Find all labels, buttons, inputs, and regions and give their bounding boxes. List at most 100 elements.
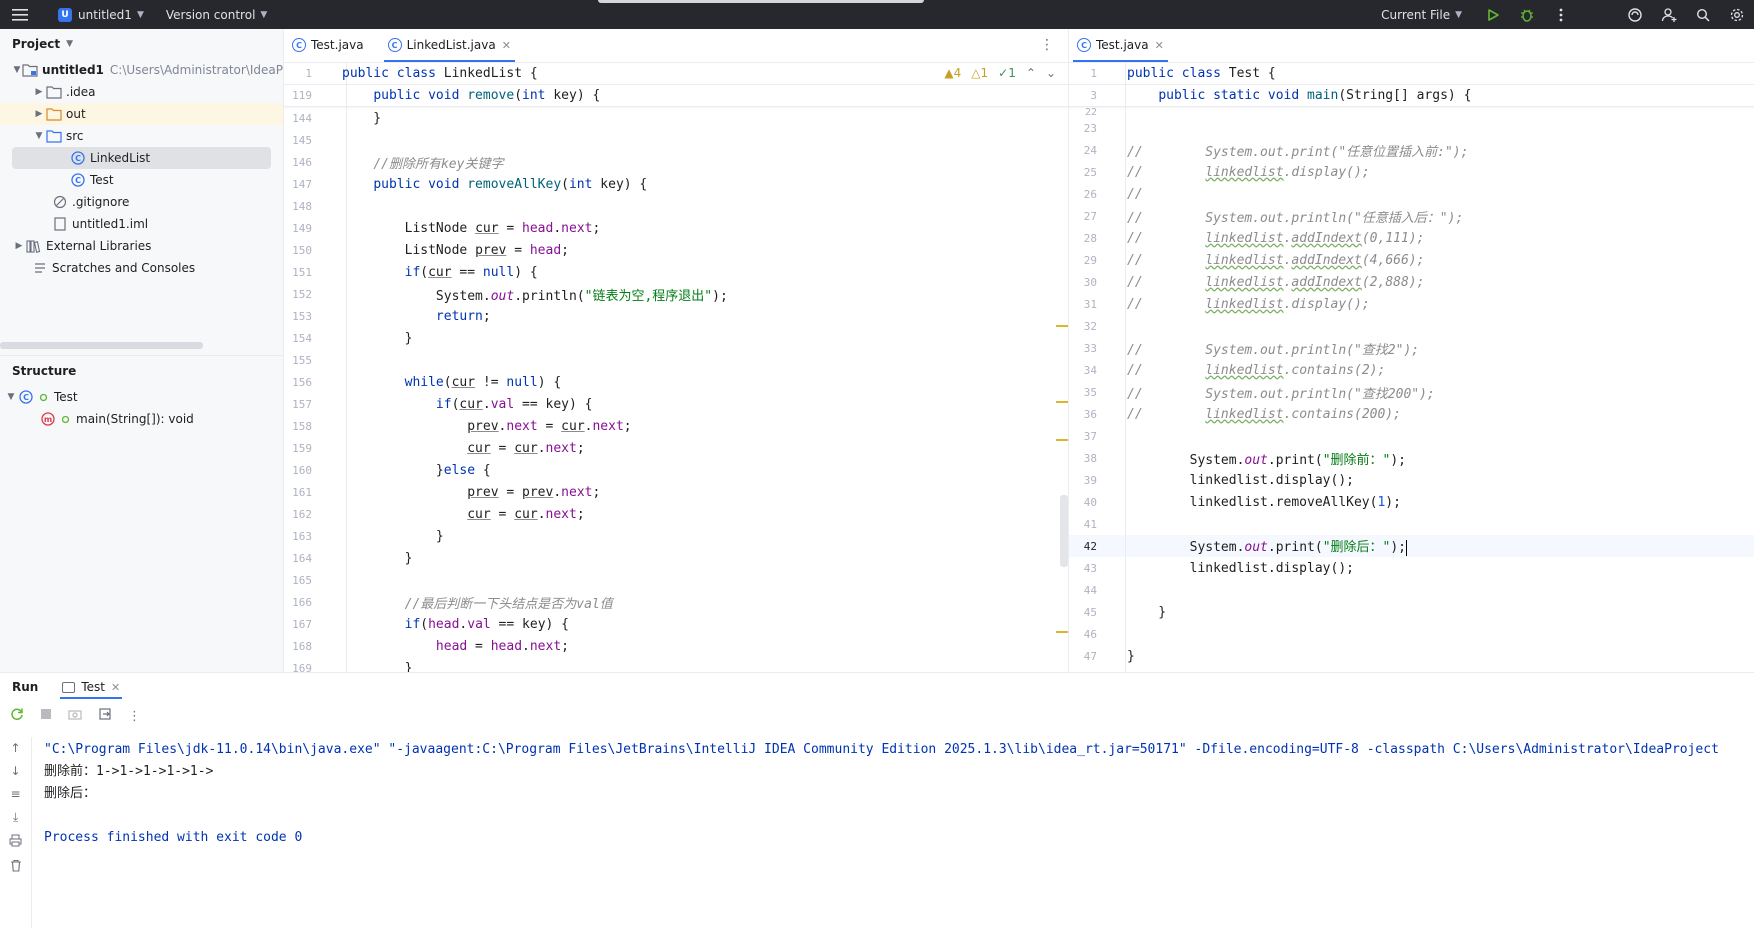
search-icon[interactable] [1686,0,1720,29]
exit-icon[interactable] [98,707,112,725]
run-tab-test[interactable]: Test ✕ [56,673,126,701]
code-line: 33// System.out.println("查找2"); [1083,341,1420,358]
ai-assistant-icon[interactable] [1618,0,1652,29]
project-name: untitled1 [78,7,132,22]
module-file-icon [52,216,68,232]
code-line: 161 prev = prev.next; [292,484,601,500]
tree-item-out[interactable]: ▶ out [0,103,283,125]
code-line: 23 [1083,121,1097,135]
chevron-down-icon[interactable]: ▼ [4,392,18,402]
chevron-down-icon[interactable]: ▼ [12,65,22,75]
tree-item-test[interactable]: C Test [0,169,283,191]
code-area[interactable]: 1 public class Test { 3 public static voi… [1069,63,1754,672]
code-line: 36// linkedlist.contains(200); [1083,406,1401,422]
sticky-line: 3 public static void main(String[] args)… [1069,85,1754,107]
trash-icon[interactable] [10,859,22,875]
tab-linkedlist-java[interactable]: C LinkedList.java ✕ [380,29,519,62]
editor-test[interactable]: C Test.java ✕ 1 public class Test { 3 pub… [1069,29,1754,672]
tree-item-gitignore[interactable]: .gitignore [0,191,283,213]
search-everywhere-box[interactable] [598,0,924,3]
scroll-end-icon[interactable]: ⤓ [13,810,18,825]
chevron-down-icon: ▼ [260,9,268,20]
hamburger-menu-icon[interactable] [0,0,40,29]
chevron-right-icon[interactable]: ▶ [32,109,46,119]
text-caret [1406,539,1407,556]
code-line: 32 [1083,319,1097,333]
camera-icon[interactable] [68,708,82,724]
tree-item-src[interactable]: ▼ src [0,125,283,147]
warning-marker[interactable] [1056,631,1068,633]
close-icon[interactable]: ✕ [502,39,511,52]
tab-test-java[interactable]: C Test.java [284,29,372,62]
warning-marker[interactable] [1056,401,1068,403]
class-icon: C [70,150,86,166]
stop-icon[interactable] [40,708,52,724]
project-panel-header[interactable]: Project ▼ [0,29,283,59]
svg-text:m: m [44,415,52,424]
down-arrow-icon[interactable]: ↓ [10,764,20,778]
tree-item-idea[interactable]: ▶ .idea [0,81,283,103]
code-line: 44 [1083,583,1097,597]
run-icon[interactable] [1476,0,1510,29]
code-line: 25// linkedlist.display(); [1083,164,1370,180]
tree-item-external-libraries[interactable]: ▶ External Libraries [0,235,283,257]
tree-item-linkedlist[interactable]: C LinkedList [12,147,271,169]
settings-icon[interactable] [1720,0,1754,29]
structure-item-main[interactable]: m main(String[]): void [0,408,284,430]
run-tool-window: Run Test ✕ ⋮ ↑ ↓ ≡ ⤓ "C:\Program Files\j… [0,672,1754,928]
code-line: 160 }else { [292,462,491,478]
structure-item-label: main(String[]): void [76,412,194,426]
method-icon: m [40,411,56,427]
code-line: 35// System.out.println("查找200"); [1083,385,1435,402]
module-folder-icon [22,62,38,78]
more-vertical-icon[interactable]: ⋮ [128,709,141,724]
console-line: 删除后： [44,786,97,801]
console-output[interactable]: "C:\Program Files\jdk-11.0.14\bin\java.e… [44,739,1754,849]
code-line: 47} [1083,648,1135,664]
inspection-widget[interactable]: ▲4 △1 ✓1 ⌃ ⌄ [940,66,1060,80]
warning-marker[interactable] [1056,325,1068,327]
debug-icon[interactable] [1510,0,1544,29]
code-line: 155 [292,353,312,367]
add-user-icon[interactable] [1652,0,1686,29]
chevron-down-icon[interactable]: ▼ [32,131,46,141]
tree-item-label: LinkedList [90,151,151,165]
close-icon[interactable]: ✕ [111,681,120,694]
print-icon[interactable] [9,834,22,850]
class-icon: C [18,389,34,405]
chevron-right-icon[interactable]: ▶ [12,241,26,251]
close-icon[interactable]: ✕ [1155,39,1164,52]
structure-item-label: Test [54,390,78,404]
chevron-down-icon[interactable]: ⌄ [1046,66,1056,80]
up-arrow-icon[interactable]: ↑ [10,741,20,755]
tree-item-scratches[interactable]: Scratches and Consoles [0,257,283,279]
code-line: 167 if(head.val == key) { [292,616,570,632]
horizontal-scrollbar[interactable] [0,342,203,349]
tab-test-java[interactable]: C Test.java ✕ [1069,29,1172,62]
chevron-up-icon[interactable]: ⌃ [1026,66,1036,80]
vertical-scrollbar[interactable] [1060,495,1068,567]
warning-marker[interactable] [1056,439,1068,441]
structure-item-test[interactable]: ▼ C Test [0,386,284,408]
warning-count: 4 [953,66,962,80]
check-icon: ✓1 [998,66,1016,80]
tree-item-label: External Libraries [46,239,152,253]
soft-wrap-icon[interactable]: ≡ [10,787,20,801]
code-line: 46 [1083,627,1097,641]
more-vertical-icon[interactable] [1544,0,1578,29]
structure-tool-window: Structure ▼ C Test m main(String[]): voi… [0,355,284,701]
tree-item-project-root[interactable]: ▼ untitled1 C:\Users\Administrator\IdeaP [0,59,283,81]
project-switcher[interactable]: U untitled1 ▼ [52,0,150,29]
code-area[interactable]: 1 public class LinkedList { 119 public vo… [284,63,1068,672]
vcs-widget[interactable]: Version control ▼ [160,0,273,29]
rerun-icon[interactable] [10,707,24,725]
tree-item-iml[interactable]: untitled1.iml [0,213,283,235]
editor-linkedlist[interactable]: C Test.java C LinkedList.java ✕ ⋮ ▲4 △1 … [284,29,1069,672]
source-folder-icon [46,128,62,144]
title-bar: U untitled1 ▼ Version control ▼ Current … [0,0,1754,29]
chevron-right-icon[interactable]: ▶ [32,87,46,97]
run-tab-label: Test [81,680,105,694]
more-vertical-icon[interactable]: ⋮ [1040,37,1054,53]
run-config-selector[interactable]: Current File ▼ [1375,0,1468,29]
